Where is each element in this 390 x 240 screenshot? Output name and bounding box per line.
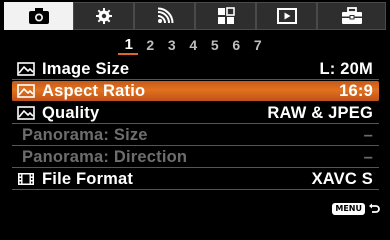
film-icon — [17, 171, 39, 187]
menu-item-label: Panorama: Size — [22, 125, 148, 144]
menu-item-label: Image Size — [42, 59, 130, 78]
return-arrow-icon — [369, 203, 380, 213]
menu-item-label: Quality — [42, 103, 100, 122]
menu-item-value: L: 20M — [319, 59, 373, 78]
image-icon — [17, 83, 39, 99]
wireless-icon — [156, 7, 173, 24]
menu-item-value: – — [363, 125, 373, 144]
menu-item-label: Panorama: Direction — [22, 147, 188, 166]
image-icon — [17, 105, 39, 121]
tab-camera[interactable] — [4, 2, 73, 30]
menu-item-value: RAW & JPEG — [267, 103, 373, 122]
menu-item-aspect-ratio[interactable]: Aspect Ratio 16:9 — [12, 81, 379, 102]
page-number[interactable]: 3 — [161, 36, 183, 54]
menu-item-value: XAVC S — [311, 169, 373, 188]
gear-icon — [95, 8, 112, 24]
active-page-underline — [118, 53, 138, 55]
menu-item-label: Aspect Ratio — [42, 81, 146, 100]
menu-item-label: File Format — [42, 169, 134, 188]
tab-application[interactable] — [195, 2, 256, 30]
tab-network[interactable] — [134, 2, 195, 30]
camera-icon — [28, 8, 49, 24]
menu-item-image-size[interactable]: Image Size L: 20M — [12, 59, 379, 80]
menu-item-panorama-direction[interactable]: Panorama: Direction – — [12, 147, 379, 168]
page-number[interactable]: 5 — [204, 36, 226, 54]
menu-item-value: – — [363, 147, 373, 166]
menu-tabs — [0, 0, 390, 32]
menu-item-file-format[interactable]: File Format XAVC S — [12, 169, 379, 190]
menu-item-quality[interactable]: Quality RAW & JPEG — [12, 103, 379, 124]
tab-playback[interactable] — [256, 2, 317, 30]
image-icon — [17, 61, 39, 77]
tab-setup[interactable] — [317, 2, 386, 30]
page-number[interactable]: 4 — [183, 36, 205, 54]
page-number[interactable]: 1 — [118, 36, 140, 54]
menu-back-hint[interactable]: MENU — [332, 203, 380, 215]
page-number[interactable]: 7 — [247, 36, 269, 54]
page-number[interactable]: 6 — [226, 36, 248, 54]
menu-item-value: 16:9 — [339, 81, 373, 100]
toolbox-icon — [341, 7, 362, 24]
menu-item-panorama-size[interactable]: Panorama: Size – — [12, 125, 379, 146]
page-number[interactable]: 2 — [140, 36, 162, 54]
grid-icon — [217, 7, 235, 24]
page-indicator: 1 2 3 4 5 6 7 — [118, 36, 269, 54]
playback-icon — [276, 8, 297, 24]
menu-button-badge: MENU — [332, 203, 365, 215]
tab-settings[interactable] — [73, 2, 134, 30]
